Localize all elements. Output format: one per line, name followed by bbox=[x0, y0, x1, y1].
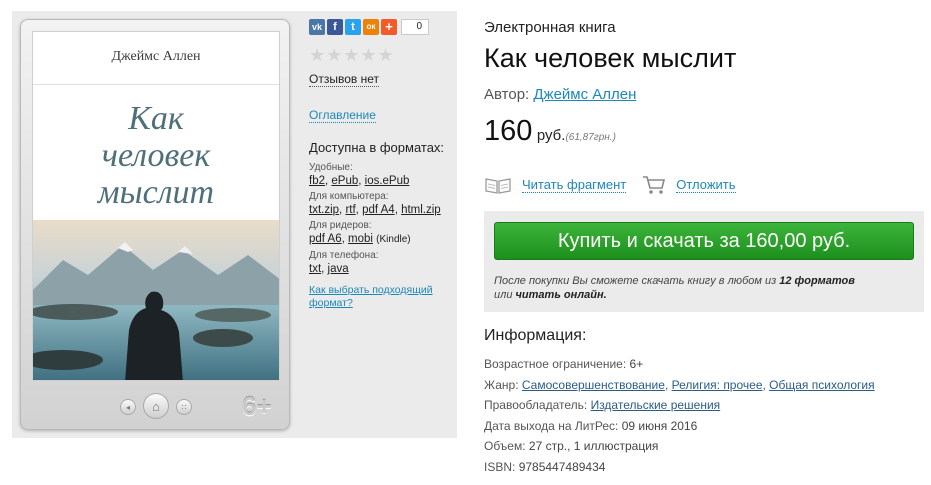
format-category: Удобные: bbox=[309, 162, 353, 173]
format-group: Для компьютера: txt.zip, rtf, pdf A4, ht… bbox=[309, 191, 454, 217]
postpone-action[interactable]: Отложить bbox=[642, 175, 736, 195]
prev-page-button[interactable]: ◂ bbox=[120, 399, 136, 415]
price-row: 160 руб.(61,87грн.) bbox=[484, 115, 924, 154]
facebook-icon[interactable]: f bbox=[327, 18, 343, 35]
info-value: 9785447489434 bbox=[518, 459, 606, 474]
format-link[interactable]: ios.ePub bbox=[365, 175, 410, 187]
format-category: Для компьютера: bbox=[309, 191, 389, 202]
rights-holder-row: Правообладатель: Издательские решения bbox=[484, 395, 924, 416]
info-label: ISBN: bbox=[484, 459, 516, 474]
age-rating-badge: 6+ bbox=[242, 391, 272, 421]
book-cover[interactable]: Джеймс Аллен Как человек мыслит bbox=[32, 31, 280, 381]
format-link[interactable]: fb2 bbox=[309, 175, 325, 187]
buy-note: После покупки Вы сможете скачать книгу в… bbox=[494, 274, 914, 302]
genre-row: Жанр: Самосовершенствование, Религия: пр… bbox=[484, 377, 875, 392]
cover-title-line: человек bbox=[101, 137, 211, 174]
read-fragment-action[interactable]: Читать фрагмент bbox=[484, 176, 627, 194]
format-category: Для ридеров: bbox=[309, 220, 372, 231]
social-share-bar: vk f t ок + 0 bbox=[309, 18, 454, 35]
cover-title-line: Как bbox=[128, 100, 184, 137]
format-link[interactable]: html.zip bbox=[401, 204, 441, 216]
genre-link[interactable]: Религия: прочее bbox=[672, 378, 763, 392]
info-label: Дата выхода на ЛитРес: bbox=[484, 418, 619, 433]
format-category: Для телефона: bbox=[309, 250, 379, 261]
reader-controls: ◂ ⌂ ∷ 6+ bbox=[20, 389, 290, 423]
buy-note-formats: 12 форматов bbox=[779, 275, 855, 287]
book-actions: Читать фрагмент Отложить bbox=[484, 174, 924, 196]
author-label: Автор: bbox=[484, 86, 530, 103]
age-restriction-row: Возрастное ограничение: 6+ bbox=[484, 354, 924, 375]
info-value: 09 июня 2016 bbox=[621, 418, 698, 433]
cover-author: Джеймс Аллен bbox=[111, 49, 201, 64]
product-type: Электронная книга bbox=[484, 19, 616, 36]
format-note: (Kindle) bbox=[376, 234, 411, 245]
info-label: Правообладатель: bbox=[484, 398, 588, 412]
price-currency: руб. bbox=[536, 127, 566, 144]
info-label: Возрастное ограничение: bbox=[484, 357, 627, 371]
info-value: 6+ bbox=[629, 357, 644, 371]
cover-title: Как человек мыслит bbox=[33, 100, 279, 211]
info-label: Объем: bbox=[484, 439, 526, 453]
format-link[interactable]: rtf bbox=[345, 204, 355, 216]
open-book-icon bbox=[485, 178, 511, 194]
cart-icon bbox=[643, 176, 666, 194]
buy-note-or: или bbox=[494, 289, 513, 301]
format-link[interactable]: txt bbox=[309, 263, 321, 275]
price-value: 160 bbox=[484, 115, 533, 147]
choose-format-help-link[interactable]: Как выбрать подходящий формат? bbox=[309, 284, 449, 310]
format-link[interactable]: pdf A6 bbox=[309, 233, 342, 245]
menu-button[interactable]: ∷ bbox=[176, 399, 192, 415]
buy-note-read-online: читать онлайн. bbox=[515, 289, 607, 301]
format-group: Для телефона: txt, java bbox=[309, 250, 454, 276]
reviews-link[interactable]: Отзывов нет bbox=[309, 72, 379, 87]
volume-row: Объем: 27 стр., 1 иллюстрация bbox=[484, 436, 924, 457]
format-link[interactable]: txt.zip bbox=[309, 204, 339, 216]
author-link[interactable]: Джеймс Аллен bbox=[533, 86, 636, 103]
home-button[interactable]: ⌂ bbox=[143, 393, 169, 419]
vk-icon[interactable]: vk bbox=[309, 18, 325, 35]
info-heading: Информация: bbox=[484, 327, 587, 344]
book-details: Электронная книга Как человек мыслит Авт… bbox=[484, 18, 924, 196]
format-link[interactable]: ePub bbox=[331, 175, 358, 187]
cover-divider bbox=[33, 84, 279, 85]
isbn-row: ISBN: 9785447489434 bbox=[484, 457, 924, 478]
book-information: Информация: Возрастное ограничение: 6+ Ж… bbox=[484, 326, 924, 477]
author-row: Автор: Джеймс Аллен bbox=[484, 86, 924, 104]
buy-and-download-button[interactable]: Купить и скачать за 160,00 руб. bbox=[494, 222, 914, 260]
book-side-info: vk f t ок + 0 ★★★★★ Отзывов нет Оглавлен… bbox=[309, 18, 454, 310]
info-label: Жанр: bbox=[484, 377, 519, 392]
twitter-icon[interactable]: t bbox=[345, 18, 361, 35]
formats-heading: Доступна в форматах: bbox=[309, 140, 445, 155]
cover-title-line: мыслит bbox=[97, 174, 215, 211]
cover-photo bbox=[33, 220, 279, 380]
format-group: Для ридеров: pdf A6, mobi (Kindle) bbox=[309, 220, 454, 247]
format-group: Удобные: fb2, ePub, ios.ePub bbox=[309, 162, 454, 188]
buy-box: Купить и скачать за 160,00 руб. После по… bbox=[484, 211, 924, 312]
read-fragment-link[interactable]: Читать фрагмент bbox=[522, 177, 627, 193]
table-of-contents-link[interactable]: Оглавление bbox=[309, 108, 376, 123]
release-date-row: Дата выхода на ЛитРес: 09 июня 2016 bbox=[484, 416, 924, 437]
plus-share-icon[interactable]: + bbox=[381, 18, 397, 35]
odnoklassniki-icon[interactable]: ок bbox=[363, 18, 379, 35]
format-link[interactable]: pdf A4 bbox=[362, 204, 395, 216]
genre-link[interactable]: Самосовершенствование bbox=[522, 378, 665, 392]
format-link[interactable]: java bbox=[328, 263, 349, 275]
share-count: 0 bbox=[401, 18, 429, 35]
genre-link[interactable]: Общая психология bbox=[769, 378, 874, 392]
buy-note-text: После покупки Вы сможете скачать книгу в… bbox=[494, 275, 777, 287]
rating-stars[interactable]: ★★★★★ bbox=[309, 46, 454, 64]
format-link[interactable]: mobi bbox=[348, 233, 373, 245]
alt-price: (61,87грн.) bbox=[565, 132, 616, 143]
info-value: 27 стр., 1 иллюстрация bbox=[528, 439, 659, 453]
postpone-link[interactable]: Отложить bbox=[676, 177, 736, 193]
rights-holder-link[interactable]: Издательские решения bbox=[591, 398, 721, 412]
book-title: Как человек мыслит bbox=[484, 43, 737, 73]
